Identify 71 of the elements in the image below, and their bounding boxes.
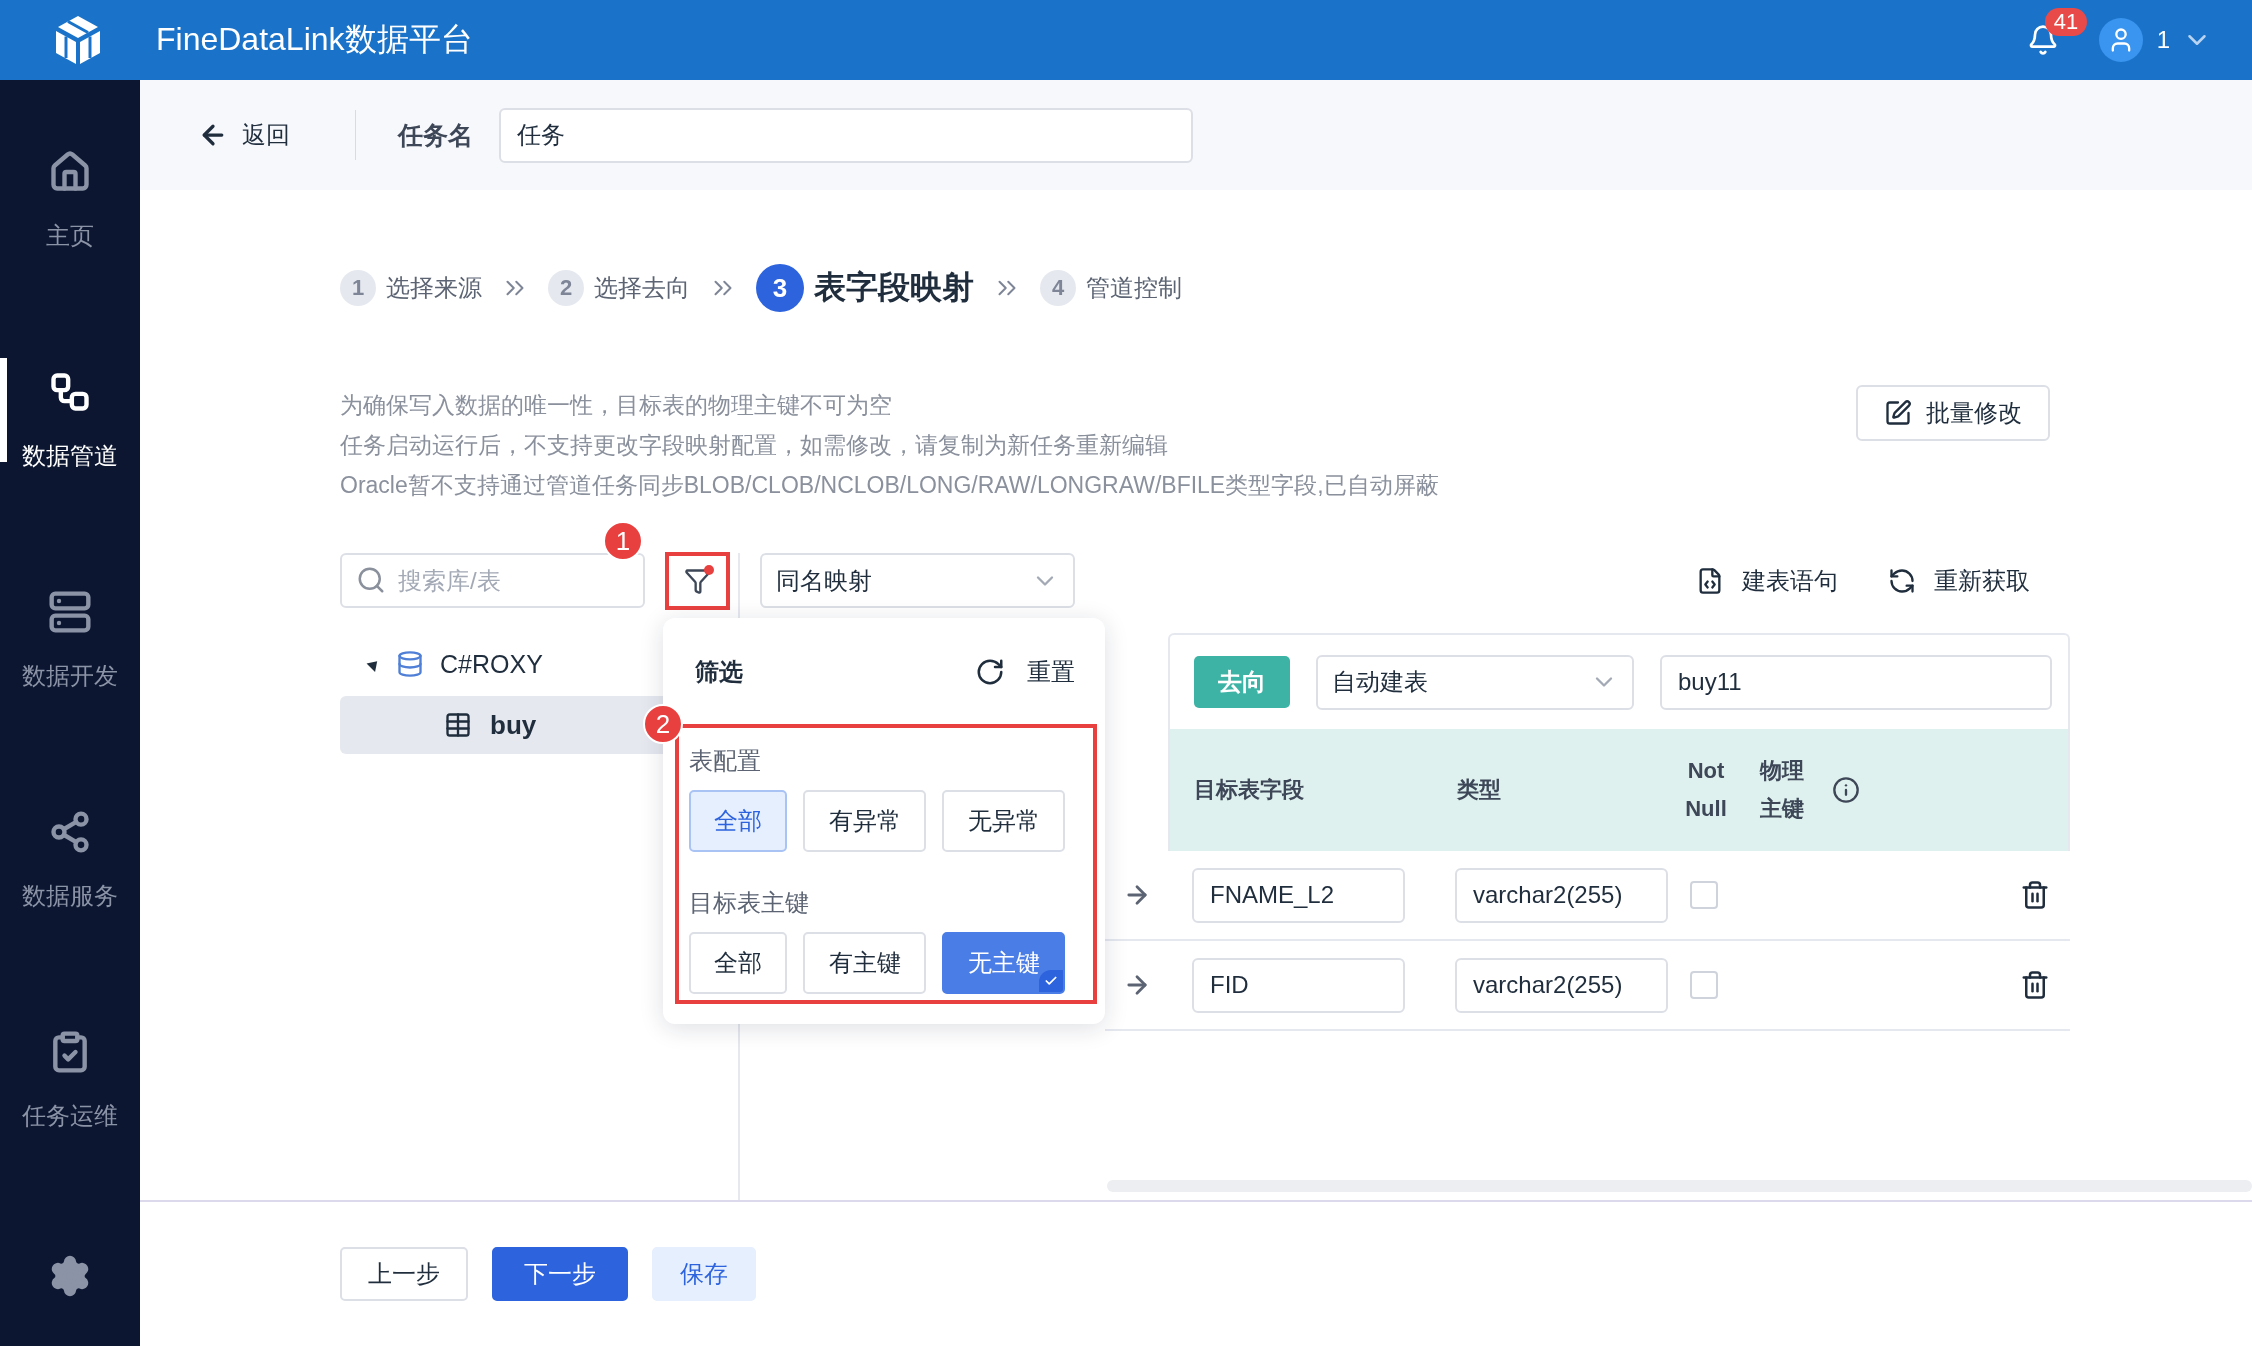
step-number: 3	[756, 264, 804, 312]
action-link[interactable]: 建表语句	[1696, 564, 1838, 597]
tree-label: buy	[490, 709, 537, 741]
filter-option[interactable]: 无主键	[942, 932, 1065, 994]
note-text: 任务启动运行后，不支持更改字段映射配置，如需修改，请复制为新任务重新编辑	[340, 431, 1169, 460]
filter-option[interactable]: 有主键	[803, 932, 926, 994]
user-name[interactable]: 1	[2156, 26, 2170, 54]
filter-option[interactable]: 全部	[689, 932, 787, 994]
task-name-field[interactable]: 任务	[499, 107, 1193, 163]
filter-option[interactable]: 全部	[689, 790, 787, 852]
note-text: 为确保写入数据的唯一性，目标表的物理主键不可为空	[340, 391, 893, 420]
filter-option[interactable]: 有异常	[803, 790, 926, 852]
trash-icon	[2020, 970, 2050, 1000]
server-icon	[48, 590, 92, 634]
info-icon[interactable]	[1832, 776, 1860, 804]
step-label: 选择去向	[594, 273, 690, 303]
app-title: FineDataLink数据平台	[156, 20, 474, 59]
group-label: 目标表主键	[689, 888, 810, 918]
sidebar-item[interactable]: 主页	[0, 138, 140, 358]
filter-option[interactable]: 无异常	[942, 790, 1065, 852]
sidebar-item[interactable]: 数据管道	[0, 358, 140, 578]
column-header: Not Null	[1684, 757, 1728, 823]
search-icon	[356, 565, 386, 595]
column-header: 物理主键	[1760, 757, 1805, 823]
task-name-label: 任务名	[398, 119, 473, 151]
table-name-field[interactable]: buy11	[1660, 654, 2052, 710]
target-tag: 去向	[1194, 656, 1290, 708]
database-icon	[396, 650, 424, 678]
column-header: 目标表字段	[1194, 776, 1305, 804]
trash-icon	[2020, 880, 2050, 910]
mode-select[interactable]: 自动建表	[1316, 654, 1634, 710]
sidebar-item[interactable]: 任务运维	[0, 1018, 140, 1238]
annotation-marker: 2	[643, 704, 683, 744]
footer-button[interactable]: 保存	[652, 1247, 756, 1301]
back-link[interactable]: 返回	[198, 119, 290, 151]
batch-edit-button[interactable]: 批量修改	[1856, 385, 2050, 441]
step-label: 管道控制	[1086, 273, 1182, 303]
column-header: 类型	[1457, 776, 1502, 804]
field-name-field[interactable]: FID	[1192, 957, 1405, 1013]
footer-button[interactable]: 上一步	[340, 1247, 468, 1301]
share-nodes-icon	[48, 810, 92, 854]
step-label: 表字段映射	[814, 268, 974, 307]
step-label: 选择来源	[386, 273, 482, 303]
step-number: 1	[340, 270, 376, 306]
tree-label: C#ROXY	[440, 649, 543, 679]
action-link[interactable]: 重新获取	[1888, 564, 2030, 597]
annotation-marker: 1	[603, 521, 643, 561]
workflow-icon	[48, 370, 92, 414]
not-null-checkbox[interactable]	[1690, 881, 1718, 909]
field-type-field[interactable]: varchar2(255)	[1455, 957, 1668, 1013]
edit-icon	[1884, 399, 1912, 427]
reset-icon	[975, 657, 1005, 687]
mapping-select[interactable]: 同名映射	[760, 553, 1075, 608]
user-avatar[interactable]	[2098, 18, 2143, 62]
check-corner-icon	[1039, 970, 1063, 992]
table-icon	[444, 711, 472, 739]
footer-button[interactable]: 下一步	[492, 1247, 628, 1301]
home-icon	[48, 150, 92, 194]
popup-title: 筛选	[695, 657, 744, 687]
note-text: Oracle暂不支持通过管道任务同步BLOB/CLOB/NCLOB/LONG/RAW/LONGRAW/BFILE类型字段,已自动屏蔽	[340, 471, 1440, 500]
sidebar-item[interactable]: 数据服务	[0, 798, 140, 1018]
step-number: 2	[548, 270, 584, 306]
field-type-field[interactable]: varchar2(255)	[1455, 867, 1668, 923]
sidebar-item[interactable]: 数据开发	[0, 578, 140, 798]
not-null-checkbox[interactable]	[1690, 971, 1718, 999]
reset-button[interactable]: 重置	[975, 656, 1075, 688]
refresh-icon	[1888, 566, 1916, 595]
field-name-field[interactable]: FNAME_L2	[1192, 867, 1405, 923]
step-number: 4	[1040, 270, 1076, 306]
search-field[interactable]: 搜索库/表	[340, 553, 645, 608]
notification-count: 41	[2044, 8, 2088, 36]
